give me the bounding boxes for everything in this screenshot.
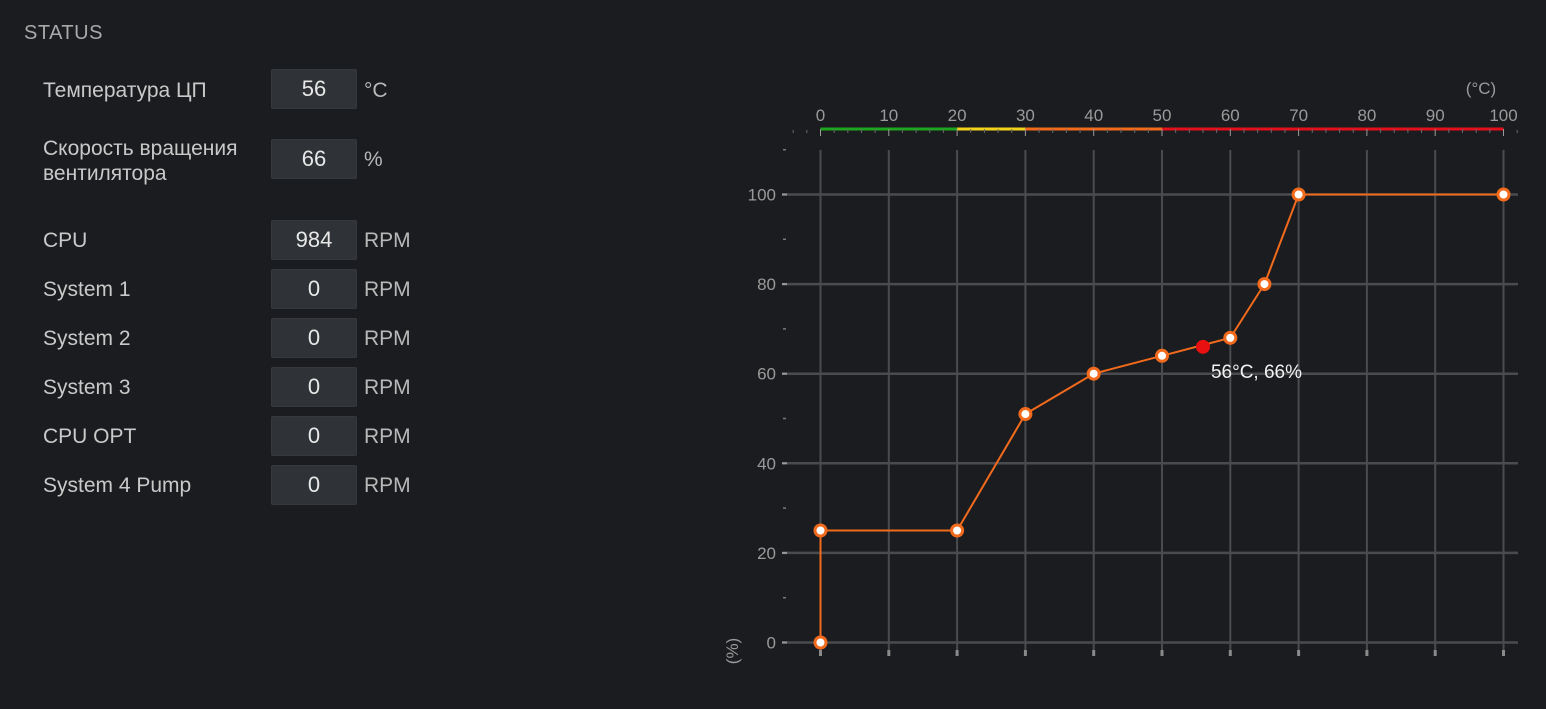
x-axis-tick-label: 80	[1357, 106, 1376, 125]
fan-label: System 4 Pump	[43, 474, 192, 497]
y-axis-tick-label: 60	[757, 365, 776, 384]
fan-curve-point-handle[interactable]	[1257, 277, 1272, 292]
fan-rpm-unit: RPM	[364, 425, 411, 448]
fan-rpm-value: 0	[271, 269, 357, 309]
cpu-temperature-row: Температура ЦП 56 °C	[0, 68, 440, 112]
fan-rpm-value: 0	[271, 318, 357, 358]
fan-curve-point-handle[interactable]	[1496, 187, 1511, 202]
fan-row-system-1: System 1 0 RPM	[0, 268, 440, 312]
fan-rpm-unit: RPM	[364, 474, 411, 497]
fan-curve-point-handle[interactable]	[1018, 407, 1033, 422]
fan-speed-row: Скорость вращения вентилятора 66 %	[0, 136, 440, 188]
fan-label: System 2	[43, 327, 131, 350]
fan-curve-point-handle[interactable]	[813, 523, 828, 538]
y-axis-tick-label: 80	[757, 275, 776, 294]
fan-rpm-value: 0	[271, 465, 357, 505]
fan-curve-point-handle[interactable]	[950, 523, 965, 538]
x-axis-tick-label: 0	[816, 106, 825, 125]
fan-row-system-2: System 2 0 RPM	[0, 317, 440, 361]
fan-label: CPU	[43, 229, 88, 252]
fan-label: System 1	[43, 278, 131, 301]
fan-curve-point-handle[interactable]	[1223, 330, 1238, 345]
x-axis-tick-label: 10	[879, 106, 898, 125]
fan-speed-unit: %	[364, 148, 383, 171]
fan-row-cpu-opt: CPU OPT 0 RPM	[0, 415, 440, 459]
fan-speed-label-line2: вентилятора	[43, 162, 167, 185]
cpu-temperature-unit: °C	[364, 79, 388, 102]
fan-curve-point-handle[interactable]	[1155, 348, 1169, 363]
fan-rpm-value: 984	[271, 220, 357, 260]
current-operating-point-label: 56°C, 66%	[1211, 362, 1302, 383]
x-axis-tick-label: 30	[1016, 106, 1035, 125]
fan-row-cpu: CPU 984 RPM	[0, 219, 440, 263]
fan-row-system-3: System 3 0 RPM	[0, 366, 440, 410]
fan-speed-label-line1: Скорость вращения	[43, 137, 238, 160]
fan-curve-line	[819, 193, 1504, 643]
x-axis-tick-label: 60	[1221, 106, 1240, 125]
temperature-band-bar	[792, 127, 1518, 136]
fan-label: CPU OPT	[43, 425, 137, 448]
fan-curve-point-handle[interactable]	[1291, 187, 1306, 202]
x-axis-tick-label: 40	[1084, 106, 1103, 125]
fan-rpm-unit: RPM	[364, 229, 411, 252]
x-axis-tick-label: 100	[1489, 106, 1517, 125]
x-axis-tick-label: 20	[948, 106, 967, 125]
fan-label: System 3	[43, 376, 131, 399]
fan-rpm-unit: RPM	[364, 278, 411, 301]
chart-grid	[782, 150, 1518, 650]
fan-curve-point-handle[interactable]	[1086, 366, 1101, 381]
fan-row-system-4-pump: System 4 Pump 0 RPM	[0, 464, 440, 508]
fan-rpm-value: 0	[271, 416, 357, 456]
y-axis-tick-label: 40	[757, 454, 776, 473]
y-axis-tick-label: 100	[748, 186, 776, 205]
fan-rpm-unit: RPM	[364, 327, 411, 350]
status-title: STATUS	[24, 22, 103, 44]
y-axis-tick-label: 0	[767, 634, 776, 653]
x-axis-tick-label: 50	[1153, 106, 1172, 125]
chart-axis-ticks	[782, 148, 1505, 656]
fan-curve-point-handle[interactable]	[813, 635, 828, 650]
fan-curve[interactable]: 56°C, 66%	[813, 187, 1511, 650]
x-axis-tick-label: 90	[1426, 106, 1445, 125]
fan-control-panel: STATUS Температура ЦП 56 °C Скорость вра…	[0, 0, 1546, 709]
x-axis-unit-label: (°C)	[1466, 79, 1496, 98]
cpu-temperature-value: 56	[271, 69, 357, 109]
fan-speed-value: 66	[271, 139, 357, 179]
current-operating-point	[1195, 339, 1210, 354]
cpu-temperature-label: Температура ЦП	[43, 79, 207, 102]
x-axis-tick-label: 70	[1289, 106, 1308, 125]
fan-rpm-value: 0	[271, 367, 357, 407]
y-axis-unit-label: (%)	[723, 638, 742, 664]
chart-axis-labels: 0 20 40 60 80 100 0 10 20 30 40 50 60 70 80 90 100	[748, 106, 1518, 653]
y-axis-tick-label: 20	[757, 544, 776, 563]
fan-rpm-unit: RPM	[364, 376, 411, 399]
